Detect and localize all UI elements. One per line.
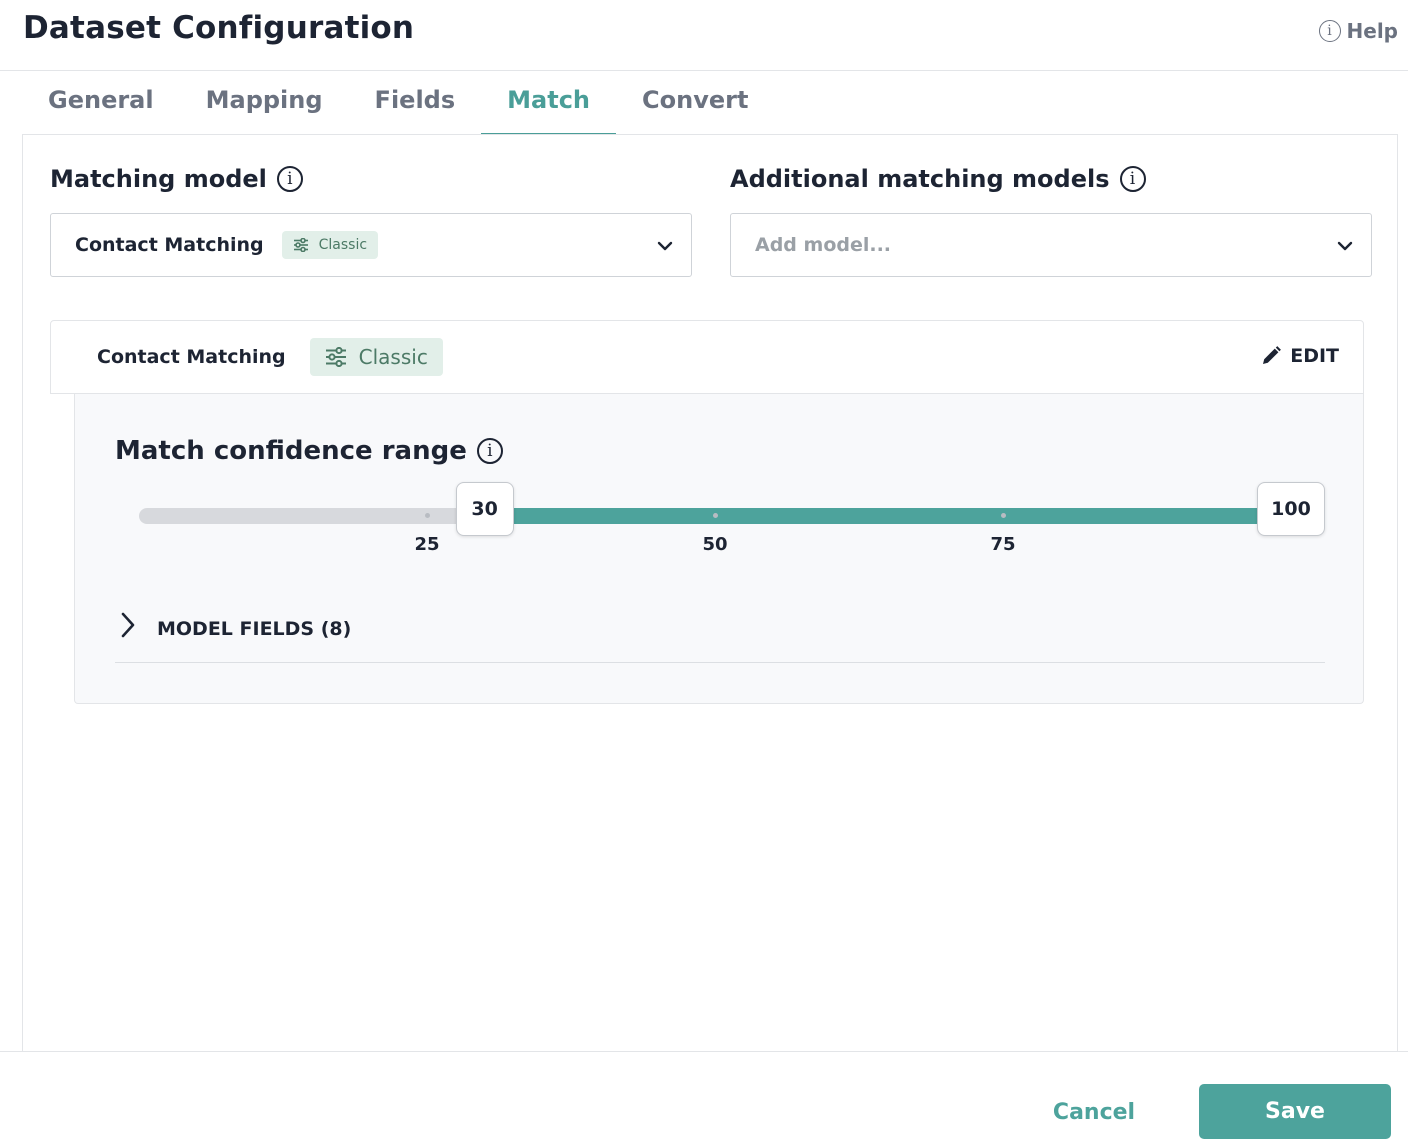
classic-badge: Classic [281, 231, 379, 259]
header-bar: Dataset Configuration i Help [0, 0, 1408, 71]
additional-models-label: Additional matching models [730, 165, 1110, 193]
chevron-down-icon [657, 241, 673, 251]
confidence-range-slider[interactable]: 25 50 75 30 100 [139, 482, 1325, 555]
slider-mark-dot [1001, 513, 1006, 518]
additional-models-heading: Additional matching models i [730, 165, 1146, 193]
edit-label: EDIT [1290, 345, 1339, 367]
edit-button[interactable]: EDIT [1260, 345, 1339, 367]
slider-mark-label: 50 [702, 534, 728, 555]
sliders-icon [293, 238, 308, 252]
tab-general[interactable]: General [22, 71, 180, 135]
matching-model-value: Contact Matching [75, 234, 264, 256]
confidence-range-heading: Match confidence range i [115, 436, 503, 466]
save-button[interactable]: Save [1199, 1084, 1391, 1139]
range-handle-low[interactable]: 30 [455, 482, 514, 536]
chevron-right-icon [121, 612, 135, 638]
tab-match[interactable]: Match [481, 71, 617, 135]
page-title: Dataset Configuration [23, 10, 415, 46]
footer-bar: Cancel Save [0, 1051, 1408, 1146]
info-icon[interactable]: i [476, 438, 503, 464]
help-label: Help [1346, 19, 1398, 43]
slider-mark-dot [713, 513, 718, 518]
cancel-button[interactable]: Cancel [1034, 1084, 1154, 1140]
tab-bar: General Mapping Fields Match Convert [22, 71, 774, 135]
add-model-placeholder: Add model... [755, 234, 892, 256]
badge-label: Classic [358, 345, 428, 369]
confidence-range-label: Match confidence range [115, 436, 467, 466]
help-link[interactable]: i Help [1318, 19, 1398, 43]
info-icon: i [1318, 20, 1341, 42]
tab-convert[interactable]: Convert [616, 71, 774, 135]
add-model-select[interactable]: Add model... [730, 213, 1372, 277]
model-card-body: Match confidence range i 25 50 75 30 100 M… [74, 394, 1364, 704]
chevron-down-icon [1337, 241, 1353, 251]
pencil-icon [1263, 346, 1282, 364]
model-name: Contact Matching [97, 346, 286, 368]
match-panel: Matching model i Contact Matching Classi… [22, 134, 1398, 1052]
matching-model-select[interactable]: Contact Matching Classic [50, 213, 692, 277]
model-fields-label: MODEL FIELDS (8) [157, 618, 352, 640]
slider-mark-label: 25 [414, 534, 440, 555]
matching-model-heading: Matching model i [50, 165, 303, 193]
model-fields-toggle[interactable]: MODEL FIELDS (8) [115, 610, 1325, 663]
badge-label: Classic [318, 237, 368, 253]
tab-mapping[interactable]: Mapping [180, 71, 349, 135]
model-card-header: Contact Matching Classic EDIT [50, 320, 1364, 394]
range-handle-high[interactable]: 100 [1257, 482, 1325, 536]
slider-mark-dot [425, 513, 430, 518]
info-icon[interactable]: i [1119, 166, 1146, 192]
classic-badge: Classic [309, 338, 443, 376]
sliders-icon [325, 347, 346, 367]
info-icon[interactable]: i [276, 166, 303, 192]
matching-model-label: Matching model [50, 165, 267, 193]
tab-fields[interactable]: Fields [349, 71, 482, 135]
slider-active-track [484, 508, 1291, 524]
slider-mark-label: 75 [990, 534, 1016, 555]
